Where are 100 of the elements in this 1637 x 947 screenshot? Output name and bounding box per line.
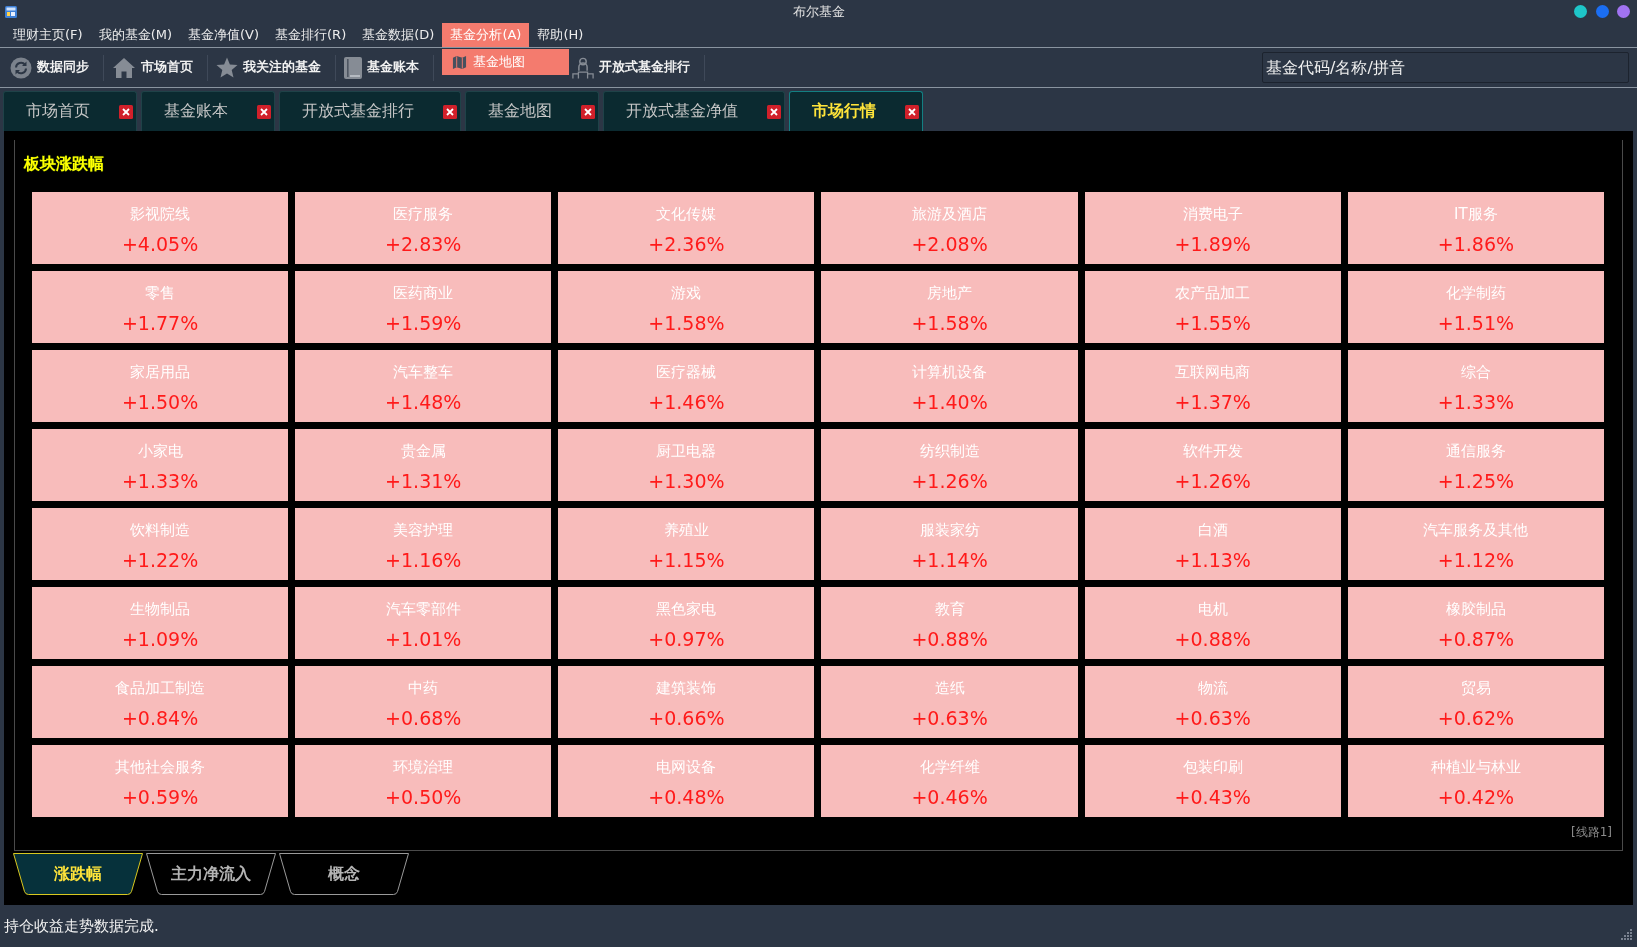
sector-name: 医疗器械 (656, 362, 717, 382)
sector-tile[interactable]: 食品加工制造 +0.84% (32, 666, 289, 738)
close-icon[interactable] (257, 104, 271, 119)
sector-tile[interactable]: 其他社会服务 +0.59% (32, 745, 289, 817)
sector-tile[interactable]: 旅游及酒店 +2.08% (821, 192, 1078, 264)
menu-item[interactable]: 基金分析(A) (442, 23, 530, 47)
sector-tile[interactable]: 物流 +0.63% (1084, 666, 1341, 738)
sector-tile[interactable]: 医药商业 +1.59% (295, 271, 552, 343)
sector-tile[interactable]: 化学制药 +1.51% (1347, 271, 1604, 343)
sector-change: +1.37% (1174, 390, 1251, 414)
toolbar-button[interactable]: 市场首页 (112, 56, 193, 79)
sector-name: 化学纤维 (919, 757, 980, 777)
resize-grip-icon[interactable] (1620, 929, 1632, 941)
sector-change: +1.09% (121, 627, 199, 651)
tab[interactable]: 市场首页 (3, 91, 137, 131)
sector-tile[interactable]: 零售 +1.77% (32, 271, 289, 343)
sector-tile[interactable]: 游戏 +1.58% (558, 271, 815, 343)
sector-change: +1.22% (121, 548, 199, 572)
sector-tile[interactable]: 包装印刷 +0.43% (1084, 745, 1341, 817)
tab[interactable]: 开放式基金净值 (603, 91, 785, 131)
home-icon (112, 56, 136, 79)
sector-tile[interactable]: 影视院线 +4.05% (32, 192, 289, 264)
sector-tile[interactable]: 家居用品 +1.50% (32, 350, 289, 422)
sector-name: 生物制品 (130, 599, 191, 619)
menu-item[interactable]: 基金净值(V) (180, 23, 268, 47)
sector-tile[interactable]: 纺织制造 +1.26% (821, 429, 1078, 501)
tab[interactable]: 开放式基金排行 (279, 91, 461, 131)
sector-tile[interactable]: 贵金属 +1.31% (295, 429, 552, 501)
sector-tile[interactable]: 化学纤维 +0.46% (821, 745, 1078, 817)
tab[interactable]: 涨跌幅 (13, 853, 143, 895)
sector-tile[interactable]: 教育 +0.88% (821, 587, 1078, 659)
book-icon (344, 56, 362, 79)
sector-tile[interactable]: 厨卫电器 +1.30% (558, 429, 815, 501)
sector-tile[interactable]: 黑色家电 +0.97% (558, 587, 815, 659)
sector-tile[interactable]: 医疗服务 +2.83% (295, 192, 552, 264)
menu-item[interactable]: 基金排行(R) (267, 23, 355, 47)
sector-tile[interactable]: 贸易 +0.62% (1347, 666, 1604, 738)
menu-item[interactable]: 基金地图 (442, 49, 570, 75)
tab[interactable]: 基金账本 (141, 91, 275, 131)
sector-tile[interactable]: 电机 +0.88% (1084, 587, 1341, 659)
close-icon[interactable] (767, 104, 781, 119)
toolbar-button[interactable]: 开放式基金排行 (572, 56, 690, 79)
sector-name: 服装家纺 (919, 520, 980, 540)
sector-tile[interactable]: 橡胶制品 +0.87% (1347, 587, 1604, 659)
sector-change: +2.08% (911, 232, 988, 256)
sector-name: 其他社会服务 (115, 757, 206, 777)
sector-tile[interactable]: 美容护理 +1.16% (295, 508, 552, 580)
sector-tile[interactable]: 中药 +0.68% (295, 666, 552, 738)
sector-tile[interactable]: 种植业与林业 +0.42% (1347, 745, 1604, 817)
close-icon[interactable] (443, 104, 457, 119)
sector-tile[interactable]: 饮料制造 +1.22% (32, 508, 289, 580)
sector-name: 消费电子 (1182, 204, 1243, 224)
sector-change: +0.50% (385, 785, 462, 809)
menu-item[interactable]: 帮助(H) (529, 23, 592, 47)
sector-tile[interactable]: IT服务 +1.86% (1347, 192, 1604, 264)
sector-tile[interactable]: 农产品加工 +1.55% (1084, 271, 1341, 343)
dot-icon[interactable] (1574, 5, 1587, 18)
sector-tile[interactable]: 综合 +1.33% (1347, 350, 1604, 422)
close-icon[interactable] (119, 104, 133, 119)
sector-tile[interactable]: 建筑装饰 +0.66% (558, 666, 815, 738)
sector-tile[interactable]: 房地产 +1.58% (821, 271, 1078, 343)
window-title: 布尔基金 (792, 2, 845, 21)
sector-tile[interactable]: 文化传媒 +2.36% (558, 192, 815, 264)
toolbar-button[interactable]: 数据同步 (10, 56, 89, 79)
sector-tile[interactable]: 养殖业 +1.15% (558, 508, 815, 580)
toolbar-button[interactable]: 基金账本 (344, 56, 419, 79)
tab[interactable]: 市场行情 (789, 91, 923, 131)
sector-tile[interactable]: 互联网电商 +1.37% (1084, 350, 1341, 422)
sector-change: +1.33% (1437, 390, 1515, 414)
tab[interactable]: 基金地图 (465, 91, 599, 131)
sector-change: +0.88% (1174, 627, 1251, 651)
toolbar-button[interactable]: 我关注的基金 (216, 57, 321, 78)
sector-tile[interactable]: 软件开发 +1.26% (1084, 429, 1341, 501)
sector-tile[interactable]: 白酒 +1.13% (1084, 508, 1341, 580)
sector-change: +1.26% (1174, 469, 1251, 493)
sector-tile[interactable]: 通信服务 +1.25% (1347, 429, 1604, 501)
sector-tile[interactable]: 汽车服务及其他 +1.12% (1347, 508, 1604, 580)
sector-tile[interactable]: 汽车整车 +1.48% (295, 350, 552, 422)
sector-tile[interactable]: 汽车零部件 +1.01% (295, 587, 552, 659)
tab[interactable]: 主力净流入 (146, 853, 276, 895)
sector-tile[interactable]: 生物制品 +1.09% (32, 587, 289, 659)
close-icon[interactable] (905, 104, 919, 119)
search-field[interactable]: 基金代码/名称/拼音 (1262, 52, 1629, 83)
menu-item[interactable]: 我的基金(M) (90, 23, 180, 47)
close-icon[interactable] (581, 104, 595, 119)
person-icon (572, 56, 594, 79)
sector-tile[interactable]: 计算机设备 +1.40% (821, 350, 1078, 422)
menu-item[interactable]: 理财主页(F) (5, 23, 91, 47)
sector-tile[interactable]: 环境治理 +0.50% (295, 745, 552, 817)
sector-tile[interactable]: 小家电 +1.33% (32, 429, 289, 501)
sector-tile[interactable]: 消费电子 +1.89% (1084, 192, 1341, 264)
sector-name: 包装印刷 (1182, 757, 1243, 777)
dot-icon[interactable] (1617, 5, 1630, 18)
sector-tile[interactable]: 服装家纺 +1.14% (821, 508, 1078, 580)
menu-item[interactable]: 基金数据(D) (354, 23, 443, 47)
dot-icon[interactable] (1595, 5, 1609, 18)
sector-tile[interactable]: 电网设备 +0.48% (558, 745, 815, 817)
tab[interactable]: 概念 (279, 853, 409, 895)
sector-tile[interactable]: 医疗器械 +1.46% (558, 350, 815, 422)
sector-tile[interactable]: 造纸 +0.63% (821, 666, 1078, 738)
